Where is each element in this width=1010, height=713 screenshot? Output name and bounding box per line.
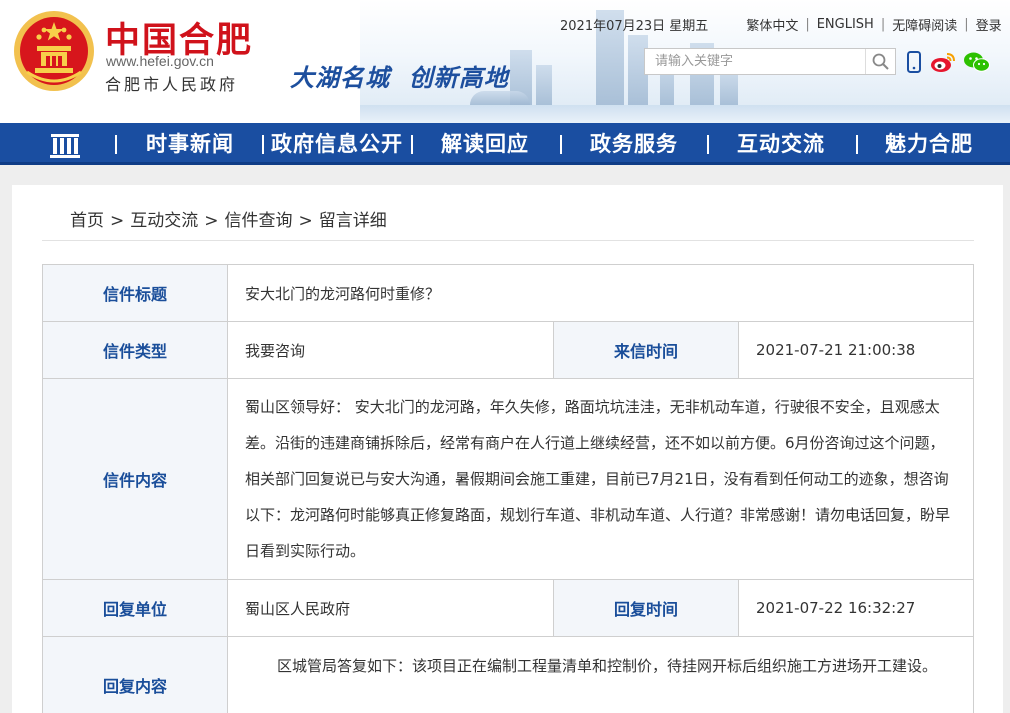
traditional-chinese-link[interactable]: 繁体中文 [746,15,798,34]
search-input[interactable] [645,49,865,74]
english-link[interactable]: ENGLISH [817,17,874,32]
nav-item-government-services[interactable]: 政务服务 [590,123,678,165]
letter-detail-table: 信件标题 安大北门的龙河路何时重修？ 信件类型 我要咨询 来信时间 2021-0… [42,264,974,713]
wechat-link[interactable] [962,50,992,74]
letter-content-label: 信件内容 [43,379,228,579]
wechat-icon [964,52,990,72]
nav-divider [560,135,562,154]
site-slogan: 大湖名城 创新高地 [290,63,509,92]
accessibility-link[interactable]: 无障碍阅读 [892,15,957,34]
top-utility-bar: 2021年07月23日 星期五 繁体中文 | ENGLISH | 无障碍阅读 |… [560,15,1002,34]
table-row: 信件类型 我要咨询 来信时间 2021-07-21 21:00:38 [43,322,974,379]
table-row: 回复内容 区城管局答复如下：该项目正在编制工程量清单和控制价，待挂网开标后组织施… [43,637,974,713]
letter-title-label: 信件标题 [43,265,228,321]
table-row: 信件内容 蜀山区领导好： 安大北门的龙河路，年久失修，路面坑坑洼洼，无非机动车道… [43,379,974,580]
search-button[interactable] [865,49,895,74]
nav-item-government-info[interactable]: 政府信息公开 [271,123,403,165]
main-navigation: 时事新闻 政府信息公开 解读回应 政务服务 互动交流 魅力合肥 [0,123,1010,165]
table-row: 信件标题 安大北门的龙河路何时重修？ [43,265,974,322]
breadcrumb-separator: > [298,211,313,231]
nav-item-interaction[interactable]: 互动交流 [737,123,825,165]
divider: | [880,17,886,32]
letter-time-label: 来信时间 [554,322,739,378]
letter-type-label: 信件类型 [43,322,228,378]
nav-item-charming-hefei[interactable]: 魅力合肥 [885,123,973,165]
home-building-icon[interactable] [48,130,82,158]
nav-item-current-news[interactable]: 时事新闻 [146,123,234,165]
weibo-icon [931,53,955,72]
breadcrumb-letter-query[interactable]: 信件查询 [225,211,293,231]
breadcrumb: 首页 > 互动交流 > 信件查询 > 留言详细 [70,206,387,231]
breadcrumb-interaction[interactable]: 互动交流 [130,211,198,231]
reply-unit-value: 蜀山区人民政府 [228,580,554,636]
letter-type-value: 我要咨询 [228,322,554,378]
mobile-app-link[interactable] [904,50,924,74]
site-government-name: 合肥市人民政府 [105,75,239,94]
breadcrumb-separator: > [204,211,219,231]
nav-divider [262,135,264,154]
reply-time-label: 回复时间 [554,580,739,636]
reply-time-value: 2021-07-22 16:32:27 [739,580,974,636]
nav-divider [115,135,117,154]
mobile-phone-icon [907,51,921,73]
table-row: 回复单位 蜀山区人民政府 回复时间 2021-07-22 16:32:27 [43,580,974,637]
breadcrumb-divider [42,240,974,241]
nav-divider [411,135,413,154]
current-date: 2021年07月23日 星期五 [560,19,709,34]
letter-content-value: 蜀山区领导好： 安大北门的龙河路，年久失修，路面坑坑洼洼，无非机动车道，行驶很不… [228,379,974,579]
site-url: www.hefei.gov.cn [106,53,214,69]
nav-divider [707,135,709,154]
weibo-link[interactable] [929,50,957,74]
breadcrumb-home[interactable]: 首页 [70,211,104,231]
divider: | [964,17,969,32]
site-header: 中国合肥 www.hefei.gov.cn 合肥市人民政府 大湖名城 创新高地 … [0,0,1010,123]
letter-title-value: 安大北门的龙河路何时重修？ [228,265,974,321]
breadcrumb-current: 留言详细 [318,211,387,231]
login-link[interactable]: 登录 [976,15,1002,34]
divider: | [805,17,810,32]
national-emblem-icon [14,11,94,91]
search-box [644,48,896,75]
reply-content-label: 回复内容 [43,637,228,713]
reply-content-value: 区城管局答复如下：该项目正在编制工程量清单和控制价，待挂网开标后组织施工方进场开… [228,637,974,713]
nav-divider [856,135,858,154]
search-icon [872,53,889,70]
letter-time-value: 2021-07-21 21:00:38 [739,322,974,378]
breadcrumb-separator: > [110,211,125,231]
nav-item-interpretation[interactable]: 解读回应 [441,123,529,165]
reply-unit-label: 回复单位 [43,580,228,636]
